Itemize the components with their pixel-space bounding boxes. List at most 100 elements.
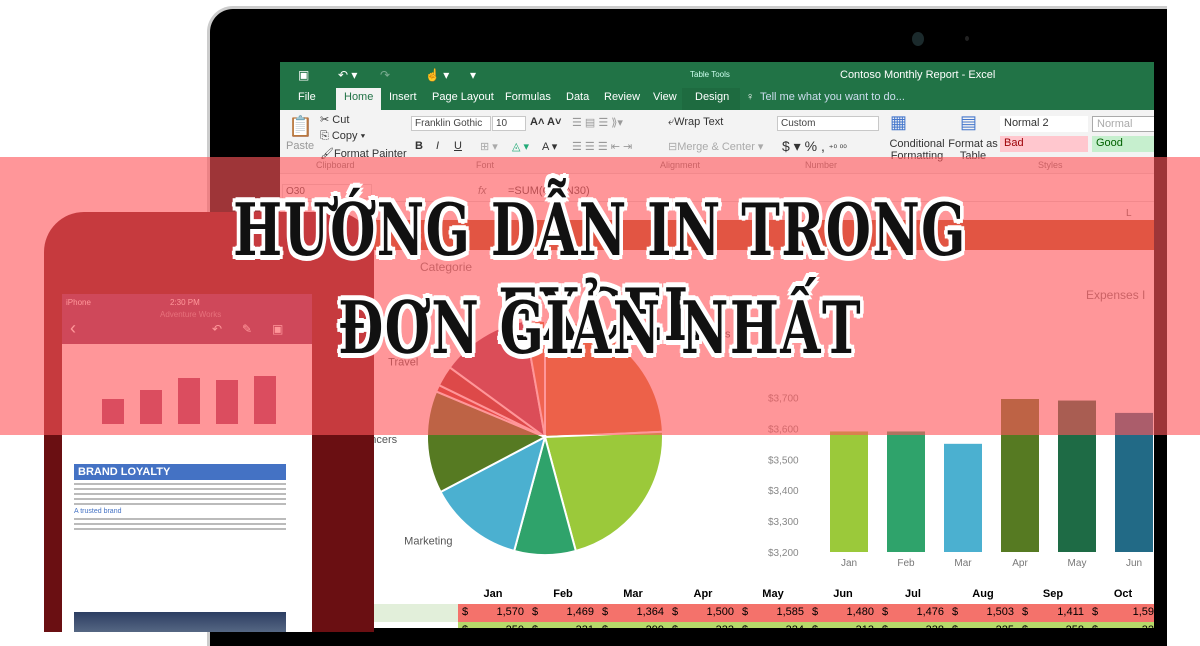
style-normal[interactable]: Normal	[1092, 116, 1154, 132]
currency-symbol: $	[602, 606, 609, 618]
bar	[944, 443, 982, 552]
text-line	[74, 498, 286, 500]
number-format-select[interactable]: Custom	[777, 116, 879, 131]
table-row: Utilities$1,570$1,469$1,364$1,500$1,585$…	[280, 604, 1154, 622]
align-horizontal-icons[interactable]: ☰ ☰ ☰ ⇤ ⇥	[572, 140, 632, 153]
customize-icon[interactable]: ▾	[470, 68, 476, 82]
table-cell[interactable]: $1,59	[1088, 604, 1154, 622]
table-cell[interactable]: $1,570	[458, 604, 528, 622]
style-normal2[interactable]: Normal 2	[1000, 116, 1088, 132]
currency-symbol: $	[672, 606, 679, 618]
tell-me-input[interactable]: Tell me what you want to do...	[760, 91, 905, 103]
merge-center-button[interactable]: ⊟Merge & Center ▾	[668, 140, 763, 153]
paste-icon[interactable]: 📋	[288, 114, 313, 139]
touch-mode-icon[interactable]: ☝ ▾	[425, 68, 449, 82]
table-cell[interactable]: $313	[808, 622, 878, 628]
table-cell[interactable]: $1,503	[948, 604, 1018, 622]
table-cell[interactable]: $225	[948, 622, 1018, 628]
style-good[interactable]: Good	[1092, 136, 1154, 152]
column-header: Jan	[483, 588, 503, 600]
table-cell[interactable]: $250	[458, 622, 528, 628]
font-grow-shrink[interactable]: A˄ A˅	[530, 116, 561, 128]
text-line	[74, 488, 286, 490]
currency-symbol: $	[672, 624, 678, 628]
text-line	[74, 493, 286, 495]
currency-symbol: $	[462, 606, 469, 618]
pie-label: Marketing	[404, 536, 452, 548]
tab-review[interactable]: Review	[604, 91, 640, 103]
headline-banner: HƯỚNG DẪN IN TRONG EXCEL ĐƠN GIẢN NHẤT	[0, 157, 1200, 435]
font-name-select[interactable]: Franklin Gothic	[411, 116, 491, 131]
currency-symbol: $	[462, 624, 468, 628]
table-cell[interactable]: $1,411	[1018, 604, 1088, 622]
sensor-icon	[965, 36, 969, 41]
copy-button[interactable]: ⎘ Copy ▾	[320, 130, 365, 143]
bold-button[interactable]: B	[415, 140, 423, 152]
tab-file[interactable]: File	[298, 91, 316, 103]
table-cell[interactable]: $1,469	[528, 604, 598, 622]
fill-color-icon[interactable]: ◬ ▾	[512, 140, 529, 153]
currency-symbol: $	[532, 606, 539, 618]
currency-symbol: $	[1092, 606, 1099, 618]
y-tick-label: $3,200	[768, 548, 799, 559]
table-cell[interactable]: $1,480	[808, 604, 878, 622]
text-line	[74, 518, 286, 520]
tab-home[interactable]: Home	[336, 88, 382, 110]
paste-button[interactable]: Paste	[286, 140, 314, 152]
comma-button[interactable]: ,	[821, 138, 825, 154]
borders-icon[interactable]: ⊞ ▾	[480, 140, 498, 153]
x-tick-label: Feb	[897, 558, 915, 569]
currency-symbol: $	[602, 624, 608, 628]
wrap-text-button[interactable]: ⤶Wrap Text	[668, 116, 723, 129]
currency-symbol: $	[812, 624, 818, 628]
percent-button[interactable]: %	[805, 138, 817, 154]
document: BRAND LOYALTY A trusted brand	[74, 464, 286, 533]
x-tick-label: Mar	[954, 558, 972, 569]
table-cell[interactable]: $1,364	[598, 604, 668, 622]
save-icon[interactable]: ▣	[298, 68, 309, 82]
underline-button[interactable]: U	[454, 140, 462, 152]
font-size-select[interactable]: 10	[492, 116, 526, 131]
redo-icon[interactable]: ↷	[380, 68, 390, 82]
table-cell[interactable]: $32	[1088, 622, 1154, 628]
table-cell[interactable]: $258	[1018, 622, 1088, 628]
currency-symbol: $	[742, 624, 748, 628]
bar	[830, 431, 868, 552]
decimal-icons[interactable]: ⁺⁰ ⁰⁰	[829, 143, 847, 153]
font-color-icon[interactable]: A ▾	[542, 140, 557, 153]
align-top-icons[interactable]: ☰ ▤ ☰ ⟫▾	[572, 116, 623, 129]
currency-symbol: $	[1092, 624, 1098, 628]
table-cell[interactable]: $324	[738, 622, 808, 628]
doc-subheading: A trusted brand	[74, 508, 122, 515]
table-cell[interactable]: $1,500	[668, 604, 738, 622]
column-header: Oct	[1113, 588, 1133, 600]
tab-page-layout[interactable]: Page Layout	[432, 91, 494, 103]
table-cell[interactable]: $331	[528, 622, 598, 628]
cut-button[interactable]: ✂ Cut	[320, 113, 349, 126]
table-cell[interactable]: $1,476	[878, 604, 948, 622]
x-tick-label: Jun	[1126, 558, 1142, 569]
table-cell[interactable]: $333	[668, 622, 738, 628]
number-format-buttons[interactable]: $ ▾ % , ⁺⁰ ⁰⁰	[782, 138, 847, 155]
table-cell[interactable]: $338	[878, 622, 948, 628]
italic-button[interactable]: I	[436, 140, 439, 152]
table-cell[interactable]: $1,585	[738, 604, 808, 622]
tab-design[interactable]: Design	[695, 91, 729, 103]
currency-symbol: $	[532, 624, 538, 628]
currency-symbol: $	[742, 606, 749, 618]
style-bad[interactable]: Bad	[1000, 136, 1088, 152]
lightbulb-icon: ♀	[746, 91, 755, 103]
tab-insert[interactable]: Insert	[389, 91, 417, 103]
tab-data[interactable]: Data	[566, 91, 589, 103]
cut-icon: ✂	[320, 114, 333, 126]
table-cell[interactable]: $299	[598, 622, 668, 628]
currency-button[interactable]: $	[782, 138, 790, 154]
y-tick-label: $3,400	[768, 486, 799, 497]
ribbon-tabs: Table Tools File Home Insert Page Layout…	[280, 70, 1154, 136]
tab-formulas[interactable]: Formulas	[505, 91, 551, 103]
text-line	[74, 528, 286, 530]
tab-view[interactable]: View	[653, 91, 677, 103]
undo-icon[interactable]: ↶ ▾	[338, 68, 357, 82]
window-title: Contoso Monthly Report - Excel	[840, 69, 996, 81]
column-header: May	[762, 588, 784, 600]
